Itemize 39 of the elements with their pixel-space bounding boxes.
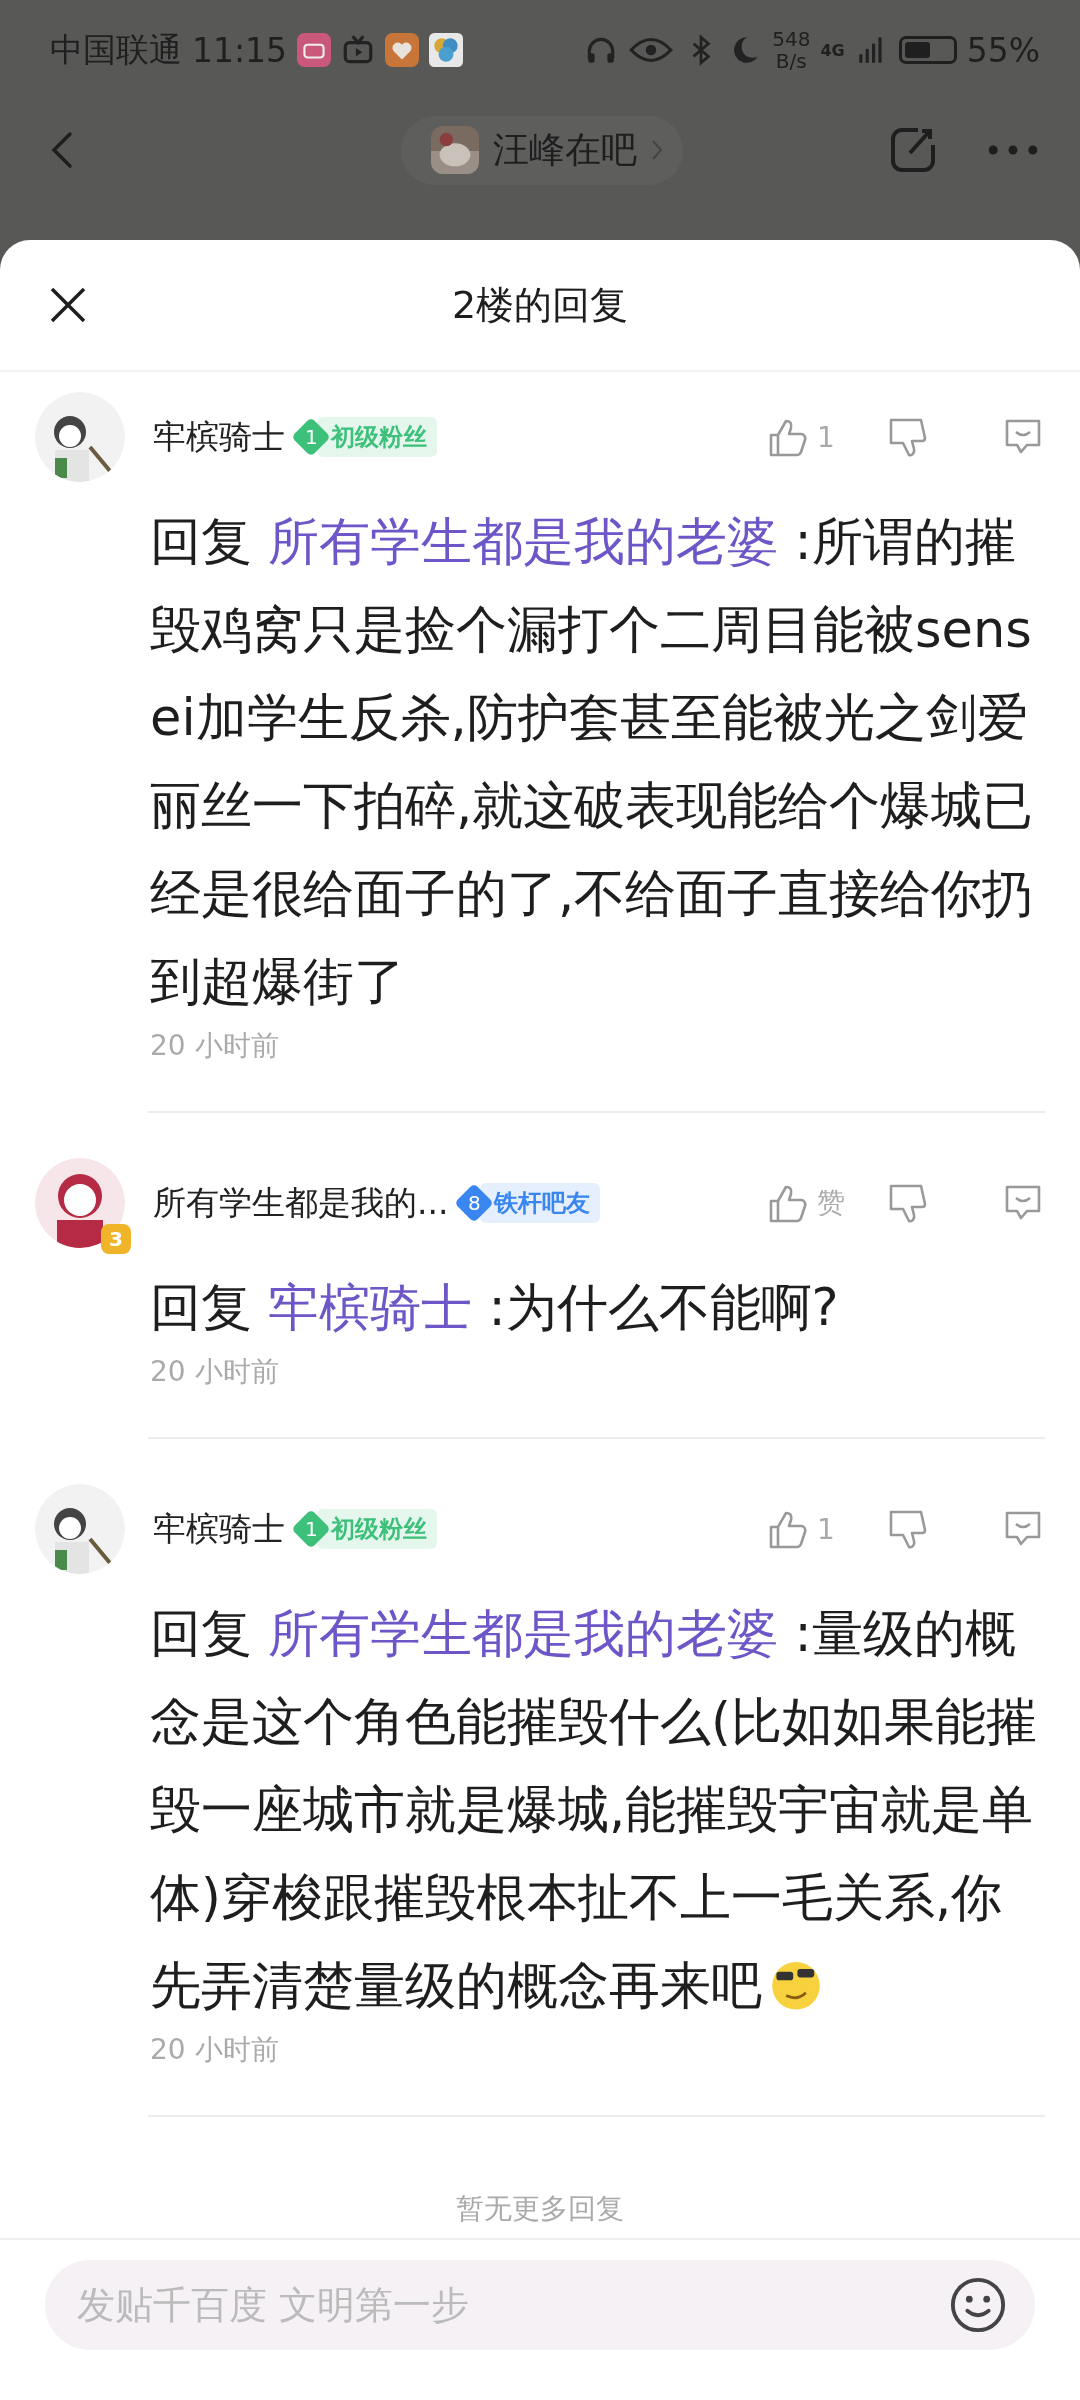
timestamp: 20 小时前 [150, 1354, 280, 1390]
clock-text: 11:15 [192, 30, 288, 70]
level-badge: 1 [291, 1509, 331, 1549]
back-icon[interactable] [50, 130, 74, 170]
end-note: 暂无更多回复 [456, 2191, 624, 2227]
level-badge: 1 [291, 417, 331, 457]
timestamp: 20 小时前 [150, 1028, 280, 1064]
sheet-title: 2楼的回复 [451, 281, 629, 329]
comment-text: 回复 所有学生都是我的老婆 :量级的概念是这个角色能摧毁什么(比如如果能摧毁一座城市就是爆城,能摧毁宇宙就是单体)穿梭跟摧毁根本扯不上一毛关系,你先弄清楚量级的概念再来吧 [150, 1603, 1038, 2017]
fan-title-tag: 初级粉丝 [317, 1509, 437, 1549]
battery-text: 55% [966, 30, 1040, 70]
pinwheel-icon [429, 33, 464, 67]
chevron-icon [651, 138, 663, 162]
reply-input-field[interactable]: 发贴千百度 文明第一步 [45, 2260, 1035, 2350]
edit-icon[interactable] [888, 125, 938, 175]
comment-text: 回复 牢槟骑士 :为什么不能啊? [150, 1277, 840, 1339]
like-count: 1 [817, 1512, 835, 1546]
carrier-text: 中国联通 [50, 28, 182, 71]
mention-link[interactable]: 牢槟骑士 [268, 1278, 473, 1337]
close-icon[interactable] [48, 285, 88, 325]
author-name[interactable]: 牢槟骑士 [153, 414, 285, 460]
comment-text: 回复 所有学生都是我的老婆 :所谓的摧毁鸡窝只是捡个漏打个二周目能被sensei加学生反杀,防护套甚至能被光之剑爱丽丝一下拍碎,就这破表现能给个爆城已经是很给面子的了,不给面子直接给你扔到超爆街了 [150, 511, 1035, 1013]
author-name[interactable]: 所有学生都是我的... [153, 1180, 449, 1226]
fan-title-tag: 初级粉丝 [317, 417, 437, 457]
app-icon [297, 33, 332, 67]
mention-link[interactable]: 所有学生都是我的老婆 [268, 1604, 779, 1663]
like-count: 1 [817, 420, 835, 454]
more-icon[interactable] [986, 144, 1040, 156]
mention-link[interactable]: 所有学生都是我的老婆 [268, 512, 779, 571]
author-name[interactable]: 牢槟骑士 [153, 1506, 285, 1552]
net-unit-text: B/s [775, 50, 807, 72]
timestamp: 20 小时前 [150, 2032, 280, 2068]
network-text: 4G [820, 40, 845, 60]
net-speed-text: 548 [772, 28, 811, 50]
emoji-icon[interactable] [949, 2276, 1007, 2334]
level-badge: 3 [101, 1224, 131, 1254]
battery-icon [898, 36, 957, 64]
fan-title-tag: 铁杆吧友 [480, 1183, 601, 1223]
like-count: 赞 [817, 1185, 845, 1221]
